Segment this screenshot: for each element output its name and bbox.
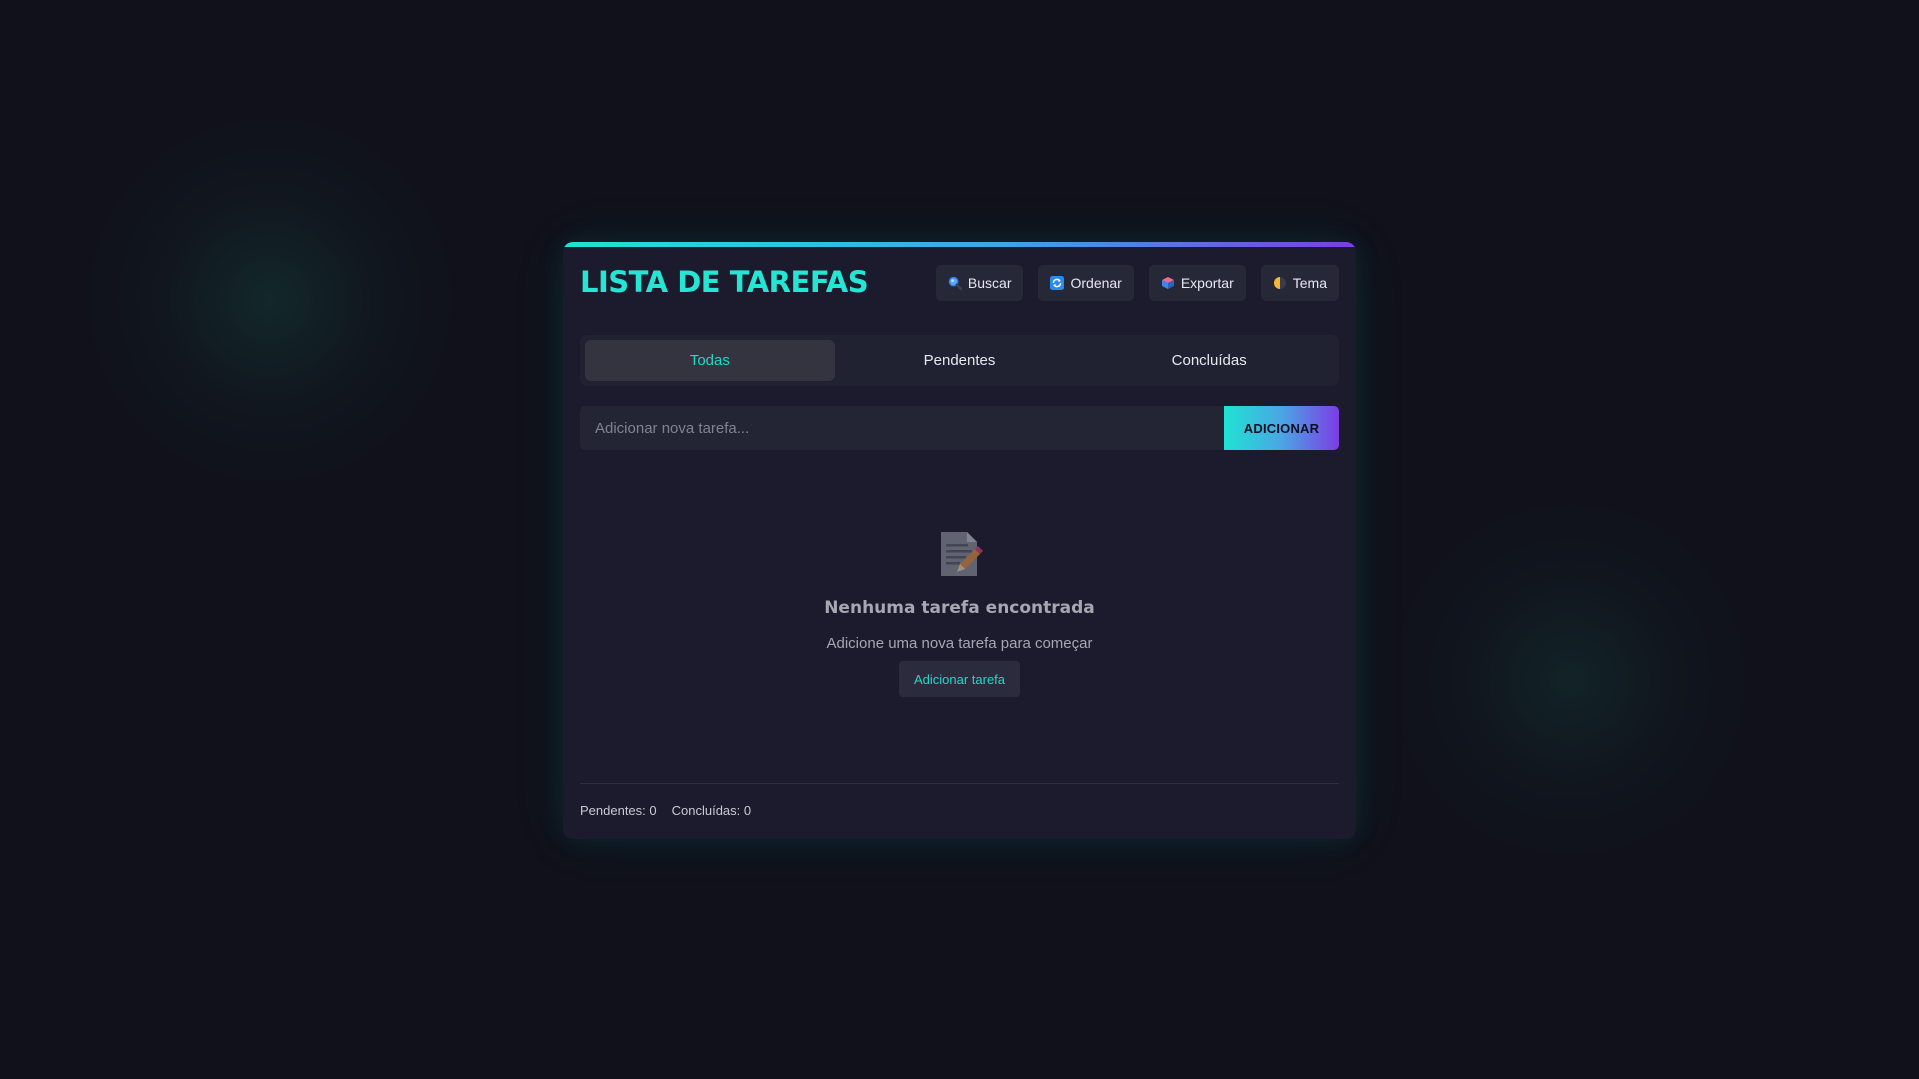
tab-concluidas[interactable]: Concluídas [1084,340,1334,381]
memo-icon [937,530,983,578]
new-task-input[interactable] [580,406,1224,450]
search-button-label: Buscar [967,275,1012,291]
magnifier-icon [948,276,962,290]
empty-state-subtitle: Adicione uma nova tarefa para começar [826,635,1093,652]
add-first-task-button[interactable]: Adicionar tarefa [898,661,1021,697]
app-title: LISTA DE TAREFAS [580,265,869,299]
tab-pendentes[interactable]: Pendentes [835,340,1085,381]
sort-button-label: Ordenar [1070,275,1122,291]
background-glow-right [1390,490,1750,870]
background-glow-left [80,110,460,490]
empty-state: Nenhuma tarefa encontrada Adicione uma n… [580,530,1339,697]
package-icon [1161,276,1175,290]
footer-divider [580,783,1339,784]
toolbar: Buscar Ordenar Exportar Tema [935,265,1339,301]
half-moon-icon [1273,276,1287,290]
sort-button[interactable]: Ordenar [1038,265,1134,301]
export-button[interactable]: Exportar [1148,265,1246,301]
add-task-button[interactable]: ADICIONAR [1224,406,1339,450]
add-task-row: ADICIONAR [580,406,1339,450]
todo-card: LISTA DE TAREFAS Buscar Ordenar Exportar… [563,242,1356,839]
completed-count: Concluídas: 0 [671,803,752,818]
pending-count: Pendentes: 0 [580,803,657,818]
empty-state-title: Nenhuma tarefa encontrada [824,598,1095,618]
footer-stats: Pendentes: 0 Concluídas: 0 [580,803,751,818]
filter-tabs: Todas Pendentes Concluídas [580,335,1339,386]
refresh-icon [1050,276,1065,290]
theme-button-label: Tema [1292,275,1327,291]
export-button-label: Exportar [1180,275,1234,291]
theme-button[interactable]: Tema [1260,265,1339,301]
card-accent-bar [563,242,1356,247]
search-button[interactable]: Buscar [935,265,1024,301]
tab-todas[interactable]: Todas [585,340,835,381]
